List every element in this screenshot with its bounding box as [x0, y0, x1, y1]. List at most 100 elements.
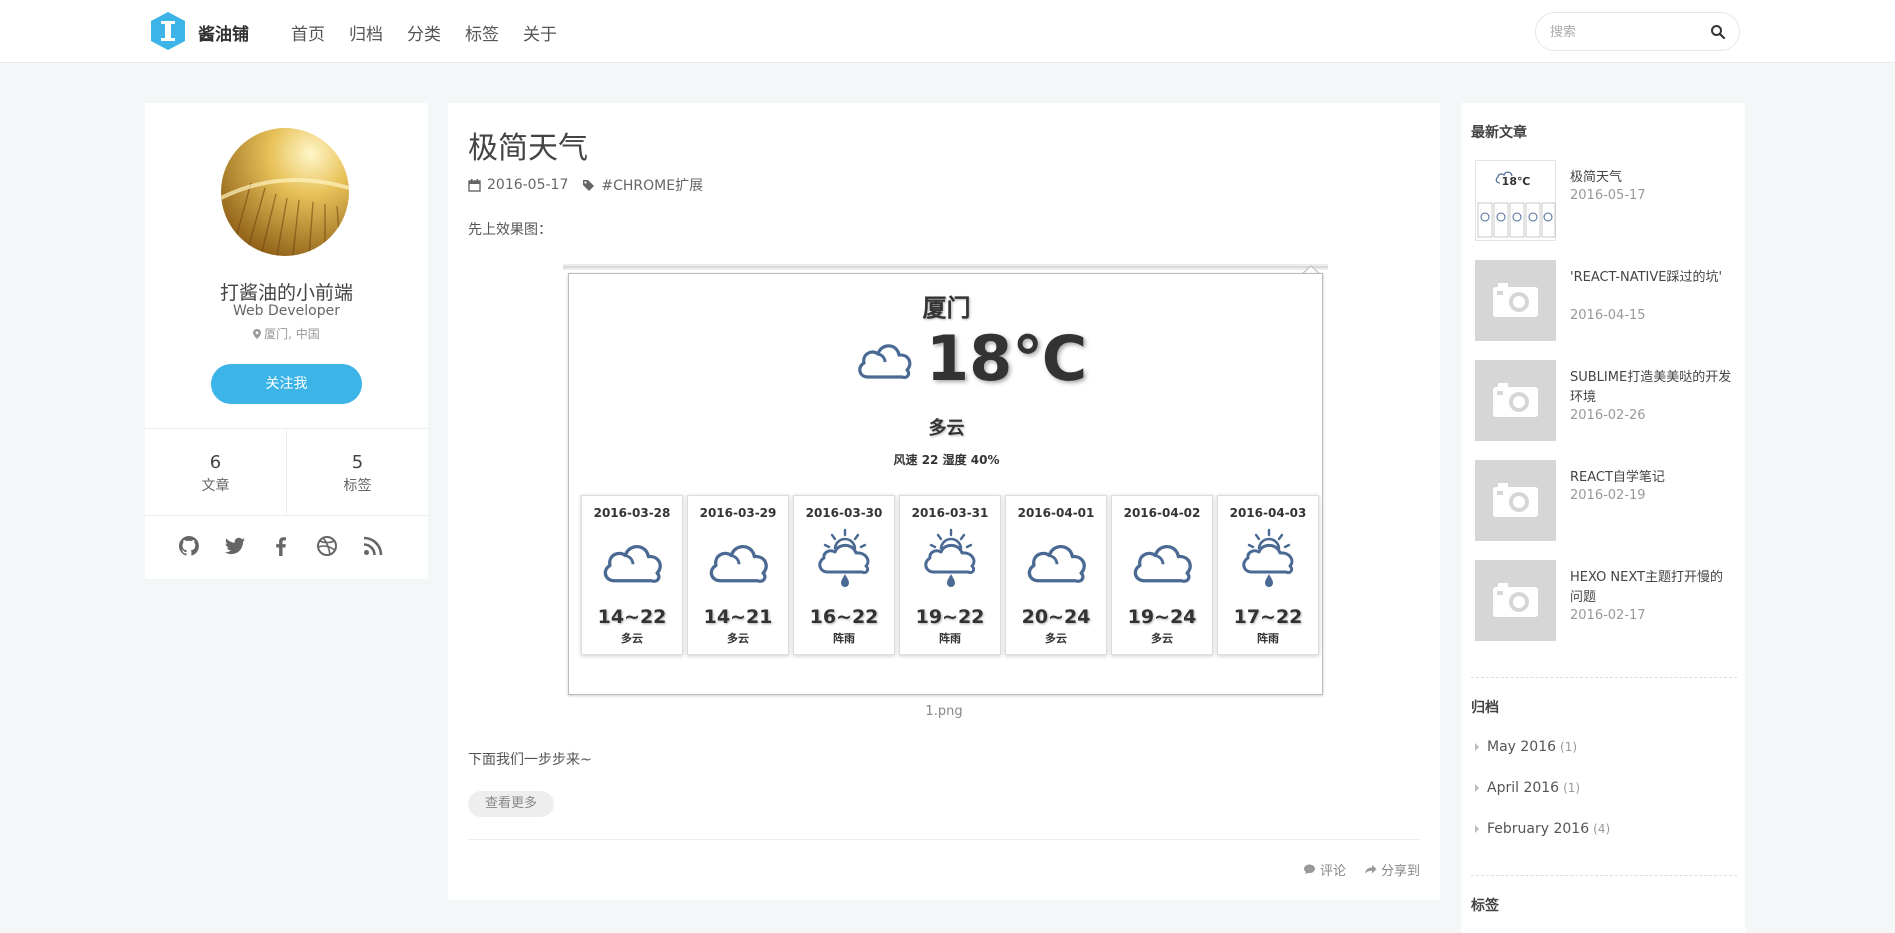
main-nav: 首页 归档 分类 标签 关于	[291, 20, 581, 45]
post-thumbnail[interactable]	[1475, 460, 1556, 541]
forecast-condition: 多云	[1151, 632, 1173, 645]
comment-label: 评论	[1319, 864, 1346, 879]
forecast-list: 2016-03-28 14~22 多云 2016-03-29 14~21 多云 2016-0…	[581, 495, 1319, 655]
tags-heading: 标签	[1471, 898, 1499, 914]
profile-card: 打酱油的小前端 Web Developer 厦门, 中国 关注我 6 文章 5 …	[145, 103, 428, 579]
twitter-icon[interactable]	[223, 534, 247, 558]
forecast-day: 2016-03-28 14~22 多云	[581, 495, 683, 655]
forecast-condition: 阵雨	[1257, 632, 1279, 645]
forecast-date: 2016-04-03	[1229, 506, 1307, 520]
post-title[interactable]: 极简天气	[468, 123, 588, 167]
cloudy-icon	[603, 544, 662, 583]
nav-tags[interactable]: 标签	[465, 20, 499, 45]
nav-about[interactable]: 关于	[523, 20, 557, 45]
search-icon[interactable]	[1710, 24, 1726, 40]
archive-item[interactable]: May 2016 (1)	[1475, 739, 1577, 755]
camera-icon	[1493, 483, 1538, 517]
camera-icon	[1493, 383, 1538, 417]
forecast-day: 2016-03-29 14~21 多云	[687, 495, 789, 655]
archive-count: (1)	[1560, 740, 1578, 754]
calendar-icon	[468, 178, 481, 192]
nav-home[interactable]: 首页	[291, 20, 325, 45]
shower-icon	[924, 528, 976, 587]
archive-label[interactable]: April 2016	[1487, 780, 1559, 796]
read-more-button[interactable]: 查看更多	[468, 791, 554, 817]
sidebar-divider	[1471, 875, 1737, 876]
forecast-icon	[1023, 528, 1091, 590]
share-icon	[1364, 865, 1377, 874]
comment-link[interactable]: 评论	[1303, 860, 1346, 879]
image-caption: 1.png	[925, 704, 963, 719]
social-links	[177, 534, 385, 558]
caret-right-icon	[1475, 784, 1479, 792]
search-box	[1535, 12, 1740, 51]
recent-post-item[interactable]: REACT自学笔记 2016-02-19	[1475, 460, 1737, 542]
forecast-range: 14~21	[703, 606, 773, 628]
forecast-condition: 多云	[1045, 632, 1067, 645]
forecast-range: 17~22	[1233, 606, 1303, 628]
recent-post-title[interactable]: REACT自学笔记	[1570, 468, 1735, 488]
forecast-day: 2016-04-01 20~24 多云	[1005, 495, 1107, 655]
caret-right-icon	[1475, 825, 1479, 833]
location-pin-icon	[253, 329, 262, 339]
post-thumbnail[interactable]	[1475, 360, 1556, 441]
post-divider	[468, 839, 1420, 840]
stat-tags[interactable]: 5 标签	[286, 429, 428, 515]
archive-label[interactable]: February 2016	[1487, 821, 1589, 837]
forecast-day: 2016-03-31 19~22 阵雨	[899, 495, 1001, 655]
forecast-date: 2016-04-02	[1123, 506, 1201, 520]
recent-post-item[interactable]: HEXO NEXT主题打开慢的问题 2016-02-17	[1475, 560, 1737, 642]
forecast-date: 2016-03-28	[593, 506, 671, 520]
nav-categories[interactable]: 分类	[407, 20, 441, 45]
forecast-icon	[1129, 528, 1197, 590]
recent-post-item[interactable]: 'REACT-NATIVE踩过的坑' 2016-04-15	[1475, 260, 1737, 342]
avatar	[221, 128, 349, 256]
recent-post-date: 2016-02-19	[1570, 488, 1646, 503]
facebook-icon[interactable]	[269, 534, 293, 558]
forecast-icon	[599, 528, 667, 590]
sidebar-divider	[1471, 677, 1737, 678]
recent-post-date: 2016-02-17	[1570, 608, 1646, 623]
tag-icon	[583, 179, 595, 191]
location-text: 厦门, 中国	[264, 327, 320, 341]
recent-post-title[interactable]: HEXO NEXT主题打开慢的问题	[1570, 568, 1735, 608]
forecast-icon	[917, 528, 985, 590]
post-meta: 2016-05-17 #CHROME扩展	[468, 175, 703, 195]
share-link[interactable]: 分享到	[1364, 860, 1420, 879]
cloudy-icon	[1027, 544, 1086, 583]
recent-post-title[interactable]: 极简天气	[1570, 168, 1735, 188]
github-icon[interactable]	[177, 534, 201, 558]
forecast-day: 2016-04-02 19~24 多云	[1111, 495, 1213, 655]
recent-post-title[interactable]: SUBLIME打造美美哒的开发环境	[1570, 368, 1735, 408]
post-thumbnail[interactable]	[1475, 560, 1556, 641]
dribbble-icon[interactable]	[315, 534, 339, 558]
recent-post-item[interactable]: SUBLIME打造美美哒的开发环境 2016-02-26	[1475, 360, 1737, 442]
recent-post-item[interactable]: 18℃ 极简天气 2016-05-17	[1475, 160, 1737, 242]
forecast-range: 19~22	[915, 606, 985, 628]
stat-posts-label: 文章	[201, 478, 230, 494]
archive-item[interactable]: April 2016 (1)	[1475, 780, 1580, 796]
forecast-icon	[705, 528, 773, 590]
rss-icon[interactable]	[361, 534, 385, 558]
weather-city: 厦门	[922, 294, 971, 322]
archive-item[interactable]: February 2016 (4)	[1475, 821, 1610, 837]
caret-right-icon	[1475, 743, 1479, 751]
forecast-date: 2016-03-30	[805, 506, 883, 520]
follow-button[interactable]: 关注我	[211, 364, 362, 404]
profile-name: 打酱油的小前端	[219, 282, 353, 304]
archive-label[interactable]: May 2016	[1487, 739, 1556, 755]
post-thumbnail[interactable]	[1475, 260, 1556, 341]
post-tag[interactable]: #CHROME扩展	[601, 175, 703, 195]
nav-archive[interactable]: 归档	[349, 20, 383, 45]
svg-text:18℃: 18℃	[1502, 175, 1531, 188]
search-input[interactable]	[1550, 22, 1700, 42]
stat-posts[interactable]: 6 文章	[145, 429, 286, 515]
recent-posts-heading: 最新文章	[1471, 125, 1527, 141]
recent-post-title[interactable]: 'REACT-NATIVE踩过的坑'	[1570, 268, 1735, 288]
site-title[interactable]: 酱油铺	[198, 20, 249, 45]
logo-icon[interactable]	[150, 11, 186, 51]
weather-temp: 18℃	[926, 322, 1088, 395]
profile-stats: 6 文章 5 标签	[145, 428, 428, 516]
shower-icon	[1242, 528, 1294, 587]
post-thumbnail[interactable]: 18℃	[1475, 160, 1556, 241]
